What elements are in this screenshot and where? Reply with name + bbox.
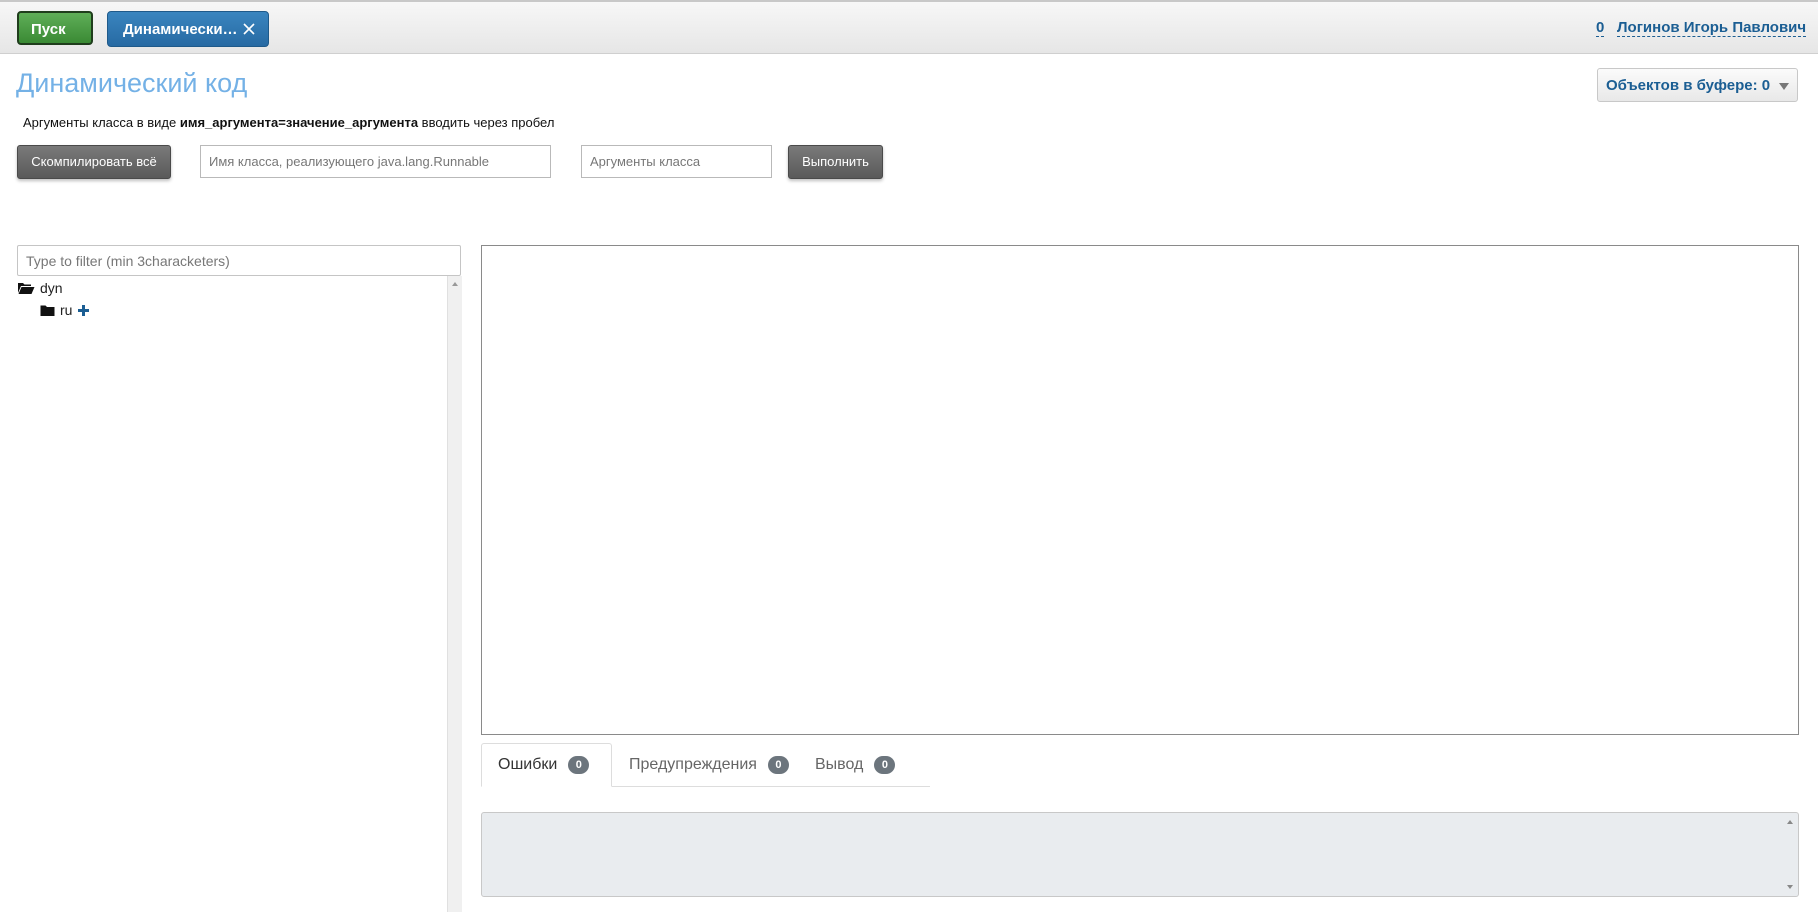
close-icon[interactable] [242,22,256,36]
tree-scrollbar[interactable] [447,276,462,912]
tree-node-label: ru [60,302,73,318]
count-badge: 0 [767,756,789,774]
tab-errors[interactable]: Ошибки 0 [481,743,612,787]
hint-format: имя_аргумента=значение_аргумента [179,115,419,130]
scroll-down-icon[interactable] [1787,885,1793,889]
tree-node-ru[interactable]: ru [40,302,90,318]
result-tabs: Ошибки 0 Предупреждения 0 Вывод 0 [481,743,930,787]
console-scrollbar[interactable] [1783,814,1797,895]
caret-down-icon [1779,83,1789,90]
notification-count[interactable]: 0 [1596,19,1605,37]
folder-icon [40,305,55,316]
page-title: Динамический код [16,68,248,98]
start-button[interactable]: Пуск [17,11,93,45]
hint-prefix: Аргументы класса в виде [23,115,180,130]
tab-label: Предупреждения [629,756,757,773]
compile-all-button[interactable]: Скомпилировать всё [17,145,171,179]
buffer-label: Объектов в буфере: 0 [1606,77,1771,94]
tab-output[interactable]: Вывод 0 [799,743,919,787]
output-console[interactable] [481,812,1799,897]
count-badge: 0 [568,756,590,774]
count-badge: 0 [874,756,896,774]
tab-warnings[interactable]: Предупреждения 0 [613,743,798,787]
task-tab-dynamic-code[interactable]: Динамически… [107,11,269,47]
task-tab-label: Динамически… [123,21,238,38]
tree-node-label: dyn [40,280,63,296]
taskbar: Пуск Динамически… 0 Логинов Игорь Павлов… [0,0,1818,54]
run-button[interactable]: Выполнить [788,145,883,179]
plus-icon[interactable] [77,304,90,317]
user-name-link[interactable]: Логинов Игорь Павлович [1617,19,1807,37]
tab-label: Ошибки [498,756,558,773]
buffer-dropdown[interactable]: Объектов в буфере: 0 [1597,68,1798,102]
class-arguments-input[interactable] [581,145,772,178]
folder-open-icon [18,283,35,294]
scroll-up-icon[interactable] [452,282,458,286]
hint-suffix: вводить через пробел [418,115,555,130]
tab-label: Вывод [815,756,864,773]
class-name-input[interactable] [200,145,551,178]
tree-filter-input[interactable] [17,245,461,276]
code-editor[interactable] [481,245,1799,735]
arguments-hint: Аргументы класса в виде имя_аргумента=зн… [23,115,554,130]
scroll-up-icon[interactable] [1787,820,1793,824]
tree-node-dyn[interactable]: dyn [17,280,63,296]
package-tree: dyn ru [17,276,447,912]
